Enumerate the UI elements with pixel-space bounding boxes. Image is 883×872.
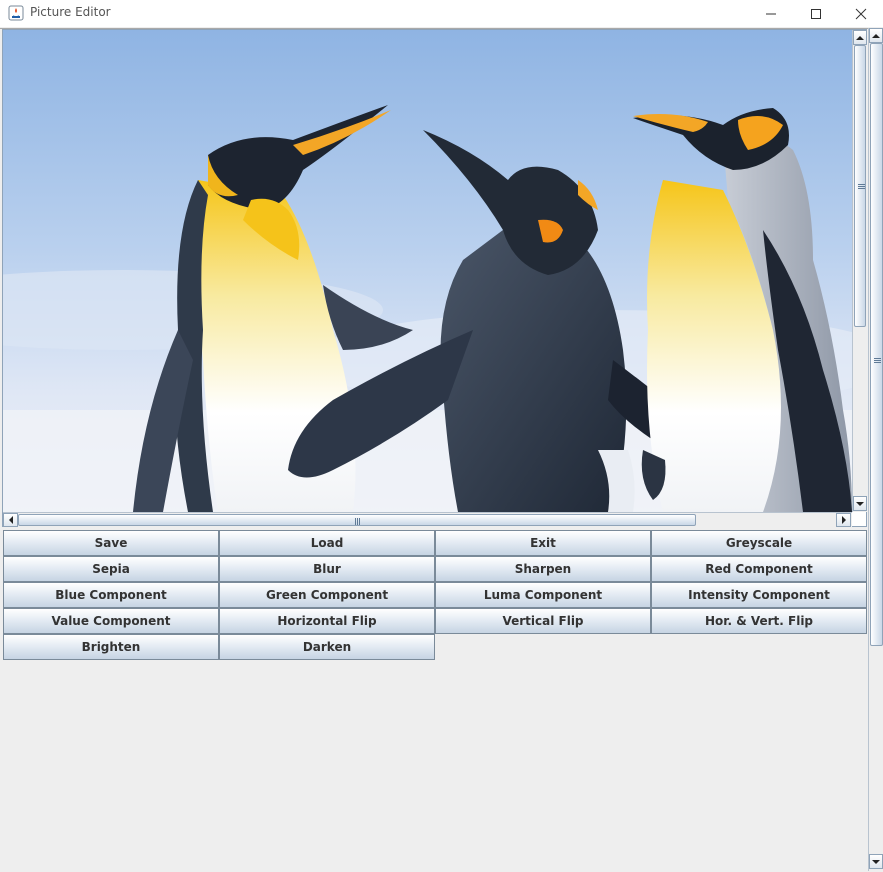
- red-component-button[interactable]: Red Component: [651, 556, 867, 582]
- image-vertical-scroll-thumb[interactable]: [854, 45, 866, 327]
- arrow-up-icon: [872, 33, 880, 38]
- scroll-right-button[interactable]: [836, 513, 851, 527]
- arrow-down-icon: [856, 501, 864, 506]
- minimize-icon: [766, 13, 776, 14]
- close-icon: [855, 8, 867, 19]
- blur-button[interactable]: Blur: [219, 556, 435, 582]
- intensity-component-button[interactable]: Intensity Component: [651, 582, 867, 608]
- green-component-button[interactable]: Green Component: [219, 582, 435, 608]
- value-component-button[interactable]: Value Component: [3, 608, 219, 634]
- arrow-down-icon: [872, 859, 880, 864]
- window-vertical-scroll-thumb[interactable]: [870, 43, 883, 646]
- image-horizontal-scroll-thumb[interactable]: [18, 514, 696, 526]
- luma-component-button[interactable]: Luma Component: [435, 582, 651, 608]
- title-bar: Picture Editor: [0, 0, 883, 27]
- window-vertical-scrollbar[interactable]: [868, 28, 883, 871]
- minimize-button[interactable]: [748, 0, 794, 27]
- window-scroll-down-button[interactable]: [869, 854, 883, 869]
- save-button[interactable]: Save: [3, 530, 219, 556]
- image-scroll-pane[interactable]: [2, 29, 867, 527]
- scroll-up-button[interactable]: [853, 30, 867, 45]
- arrow-left-icon: [8, 516, 13, 524]
- greyscale-button[interactable]: Greyscale: [651, 530, 867, 556]
- brighten-button[interactable]: Brighten: [3, 634, 219, 660]
- close-button[interactable]: [838, 0, 883, 27]
- scroll-down-button[interactable]: [853, 496, 867, 511]
- arrow-right-icon: [841, 516, 846, 524]
- window-scroll-up-button[interactable]: [869, 28, 883, 43]
- load-button[interactable]: Load: [219, 530, 435, 556]
- image-vertical-scrollbar[interactable]: [852, 30, 867, 512]
- penguins-image: [3, 30, 852, 512]
- java-app-icon: [8, 5, 24, 21]
- maximize-icon: [811, 8, 821, 19]
- image-viewport: [3, 30, 852, 512]
- blue-component-button[interactable]: Blue Component: [3, 582, 219, 608]
- operations-button-panel: Save Load Exit Greyscale Sepia Blur Shar…: [3, 530, 867, 660]
- exit-button[interactable]: Exit: [435, 530, 651, 556]
- horizontal-flip-button[interactable]: Horizontal Flip: [219, 608, 435, 634]
- scroll-left-button[interactable]: [3, 513, 18, 527]
- sharpen-button[interactable]: Sharpen: [435, 556, 651, 582]
- vertical-flip-button[interactable]: Vertical Flip: [435, 608, 651, 634]
- hor-vert-flip-button[interactable]: Hor. & Vert. Flip: [651, 608, 867, 634]
- image-horizontal-scrollbar[interactable]: [3, 512, 852, 527]
- arrow-up-icon: [856, 35, 864, 40]
- darken-button[interactable]: Darken: [219, 634, 435, 660]
- window-title: Picture Editor: [30, 5, 111, 19]
- sepia-button[interactable]: Sepia: [3, 556, 219, 582]
- maximize-button[interactable]: [793, 0, 839, 27]
